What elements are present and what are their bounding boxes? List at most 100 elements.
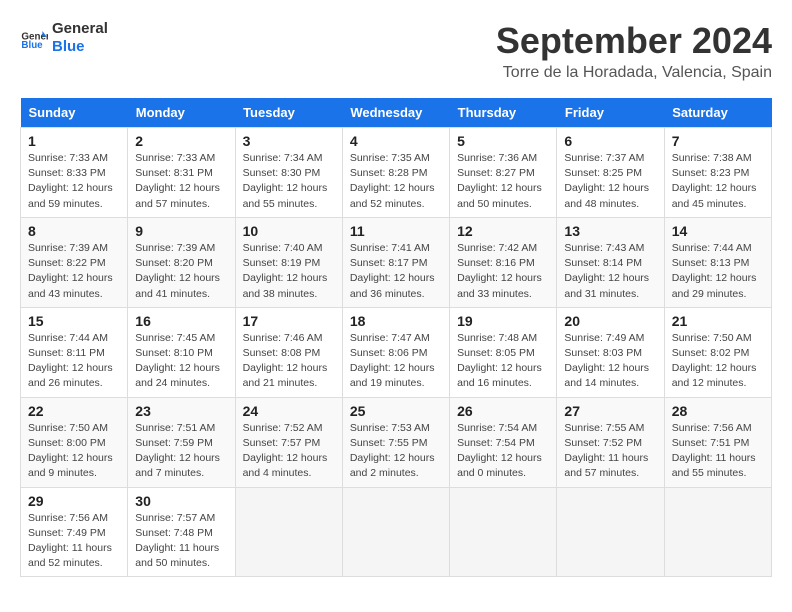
day-info: Sunrise: 7:44 AMSunset: 8:13 PMDaylight:… [672,242,757,300]
day-info: Sunrise: 7:50 AMSunset: 8:00 PMDaylight:… [28,422,113,480]
day-number: 22 [28,403,120,419]
day-info: Sunrise: 7:57 AMSunset: 7:48 PMDaylight:… [135,512,219,570]
day-number: 1 [28,133,120,149]
weekday-header-wednesday: Wednesday [342,98,449,128]
calendar-week-3: 15 Sunrise: 7:44 AMSunset: 8:11 PMDayligh… [21,307,772,397]
day-number: 27 [564,403,656,419]
day-info: Sunrise: 7:37 AMSunset: 8:25 PMDaylight:… [564,152,649,210]
calendar-day-empty [450,487,557,577]
day-number: 14 [672,223,764,239]
day-number: 16 [135,313,227,329]
day-number: 10 [243,223,335,239]
calendar-day-24: 24 Sunrise: 7:52 AMSunset: 7:57 PMDayligh… [235,397,342,487]
calendar-day-4: 4 Sunrise: 7:35 AMSunset: 8:28 PMDaylight… [342,128,449,218]
day-number: 18 [350,313,442,329]
day-info: Sunrise: 7:56 AMSunset: 7:49 PMDaylight:… [28,512,112,570]
day-info: Sunrise: 7:39 AMSunset: 8:22 PMDaylight:… [28,242,113,300]
day-number: 19 [457,313,549,329]
calendar-day-empty [235,487,342,577]
calendar-day-18: 18 Sunrise: 7:47 AMSunset: 8:06 PMDayligh… [342,307,449,397]
page-header: General Blue General Blue September 2024… [20,20,772,82]
calendar-day-3: 3 Sunrise: 7:34 AMSunset: 8:30 PMDaylight… [235,128,342,218]
day-info: Sunrise: 7:41 AMSunset: 8:17 PMDaylight:… [350,242,435,300]
weekday-header-sunday: Sunday [21,98,128,128]
day-info: Sunrise: 7:49 AMSunset: 8:03 PMDaylight:… [564,332,649,390]
calendar-day-13: 13 Sunrise: 7:43 AMSunset: 8:14 PMDayligh… [557,217,664,307]
day-number: 12 [457,223,549,239]
calendar-day-1: 1 Sunrise: 7:33 AMSunset: 8:33 PMDaylight… [21,128,128,218]
calendar-day-15: 15 Sunrise: 7:44 AMSunset: 8:11 PMDayligh… [21,307,128,397]
logo-icon: General Blue [20,24,48,52]
calendar-week-5: 29 Sunrise: 7:56 AMSunset: 7:49 PMDayligh… [21,487,772,577]
day-number: 2 [135,133,227,149]
calendar-day-28: 28 Sunrise: 7:56 AMSunset: 7:51 PMDayligh… [664,397,771,487]
day-number: 24 [243,403,335,419]
calendar-day-16: 16 Sunrise: 7:45 AMSunset: 8:10 PMDayligh… [128,307,235,397]
calendar-table: SundayMondayTuesdayWednesdayThursdayFrid… [20,98,772,577]
calendar-day-9: 9Sunrise: 7:39 AMSunset: 8:20 PMDaylight… [128,217,235,307]
day-number: 13 [564,223,656,239]
calendar-day-22: 22 Sunrise: 7:50 AMSunset: 8:00 PMDayligh… [21,397,128,487]
calendar-day-11: 11 Sunrise: 7:41 AMSunset: 8:17 PMDayligh… [342,217,449,307]
calendar-day-5: 5Sunrise: 7:36 AMSunset: 8:27 PMDaylight… [450,128,557,218]
day-number: 4 [350,133,442,149]
day-number: 28 [672,403,764,419]
calendar-day-25: 25 Sunrise: 7:53 AMSunset: 7:55 PMDayligh… [342,397,449,487]
day-info: Sunrise: 7:35 AMSunset: 8:28 PMDaylight:… [350,152,435,210]
calendar-day-7: 7 Sunrise: 7:38 AMSunset: 8:23 PMDaylight… [664,128,771,218]
day-number: 3 [243,133,335,149]
calendar-week-1: 1 Sunrise: 7:33 AMSunset: 8:33 PMDaylight… [21,128,772,218]
calendar-day-30: 30 Sunrise: 7:57 AMSunset: 7:48 PMDayligh… [128,487,235,577]
logo: General Blue General Blue [20,20,108,56]
weekday-header-row: SundayMondayTuesdayWednesdayThursdayFrid… [21,98,772,128]
day-info: Sunrise: 7:45 AMSunset: 8:10 PMDaylight:… [135,332,220,390]
calendar-day-17: 17 Sunrise: 7:46 AMSunset: 8:08 PMDayligh… [235,307,342,397]
day-number: 20 [564,313,656,329]
calendar-day-26: 26Sunrise: 7:54 AMSunset: 7:54 PMDayligh… [450,397,557,487]
day-number: 6 [564,133,656,149]
calendar-day-27: 27 Sunrise: 7:55 AMSunset: 7:52 PMDayligh… [557,397,664,487]
calendar-day-12: 12Sunrise: 7:42 AMSunset: 8:16 PMDayligh… [450,217,557,307]
weekday-header-thursday: Thursday [450,98,557,128]
calendar-day-empty [557,487,664,577]
calendar-day-20: 20 Sunrise: 7:49 AMSunset: 8:03 PMDayligh… [557,307,664,397]
day-number: 17 [243,313,335,329]
day-info: Sunrise: 7:51 AMSunset: 7:59 PMDaylight:… [135,422,220,480]
day-number: 26 [457,403,549,419]
day-info: Sunrise: 7:55 AMSunset: 7:52 PMDaylight:… [564,422,648,480]
day-info: Sunrise: 7:47 AMSunset: 8:06 PMDaylight:… [350,332,435,390]
day-info: Sunrise: 7:33 AMSunset: 8:33 PMDaylight:… [28,152,113,210]
weekday-header-saturday: Saturday [664,98,771,128]
day-number: 7 [672,133,764,149]
calendar-week-4: 22 Sunrise: 7:50 AMSunset: 8:00 PMDayligh… [21,397,772,487]
calendar-day-8: 8Sunrise: 7:39 AMSunset: 8:22 PMDaylight… [21,217,128,307]
calendar-day-14: 14 Sunrise: 7:44 AMSunset: 8:13 PMDayligh… [664,217,771,307]
day-number: 30 [135,493,227,509]
calendar-week-2: 8Sunrise: 7:39 AMSunset: 8:22 PMDaylight… [21,217,772,307]
day-info: Sunrise: 7:52 AMSunset: 7:57 PMDaylight:… [243,422,328,480]
calendar-day-23: 23 Sunrise: 7:51 AMSunset: 7:59 PMDayligh… [128,397,235,487]
calendar-day-21: 21 Sunrise: 7:50 AMSunset: 8:02 PMDayligh… [664,307,771,397]
day-info: Sunrise: 7:50 AMSunset: 8:02 PMDaylight:… [672,332,757,390]
day-info: Sunrise: 7:34 AMSunset: 8:30 PMDaylight:… [243,152,328,210]
calendar-title: September 2024 [496,20,772,62]
day-info: Sunrise: 7:43 AMSunset: 8:14 PMDaylight:… [564,242,649,300]
logo-blue: Blue [52,38,108,56]
calendar-day-29: 29 Sunrise: 7:56 AMSunset: 7:49 PMDayligh… [21,487,128,577]
weekday-header-monday: Monday [128,98,235,128]
logo-general: General [52,20,108,38]
day-info: Sunrise: 7:44 AMSunset: 8:11 PMDaylight:… [28,332,113,390]
day-number: 23 [135,403,227,419]
calendar-subtitle: Torre de la Horadada, Valencia, Spain [496,64,772,82]
day-info: Sunrise: 7:56 AMSunset: 7:51 PMDaylight:… [672,422,756,480]
title-section: September 2024 Torre de la Horadada, Val… [496,20,772,82]
day-number: 21 [672,313,764,329]
day-number: 25 [350,403,442,419]
day-number: 9 [135,223,227,239]
day-number: 15 [28,313,120,329]
day-number: 29 [28,493,120,509]
day-info: Sunrise: 7:38 AMSunset: 8:23 PMDaylight:… [672,152,757,210]
day-number: 11 [350,223,442,239]
day-info: Sunrise: 7:53 AMSunset: 7:55 PMDaylight:… [350,422,435,480]
day-info: Sunrise: 7:46 AMSunset: 8:08 PMDaylight:… [243,332,328,390]
